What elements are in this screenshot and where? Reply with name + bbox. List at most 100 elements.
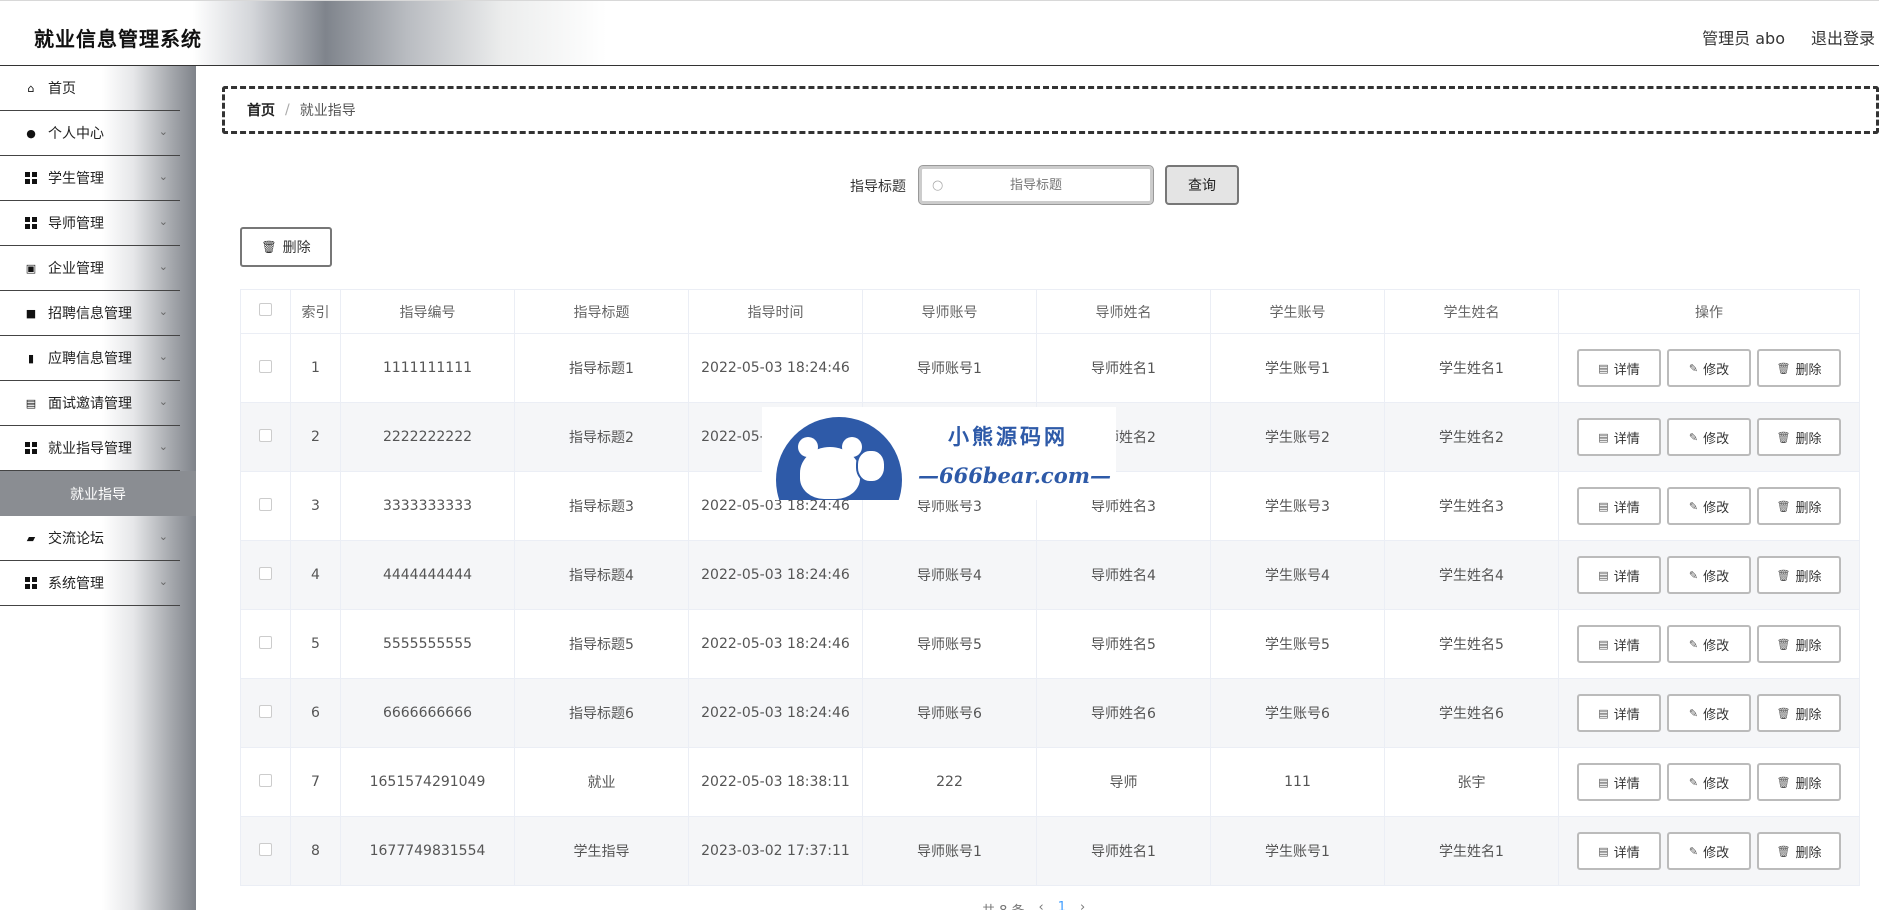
cell-code: 1677749831554 bbox=[340, 816, 515, 886]
edit-button[interactable]: ✎ 修改 bbox=[1667, 556, 1751, 594]
row-checkbox[interactable] bbox=[259, 497, 272, 511]
home-icon: ⌂ bbox=[27, 81, 35, 95]
sidebar-item-top-1[interactable]: ● 个人中心 ⌄ bbox=[0, 111, 180, 156]
delete-button[interactable]: 🗑 删除 bbox=[1757, 349, 1841, 387]
pagination: 共 8 条 ‹ 1 › bbox=[982, 900, 1085, 910]
delete-button[interactable]: 🗑 删除 bbox=[1757, 556, 1841, 594]
pagination-next[interactable]: › bbox=[1080, 900, 1085, 910]
bear-logo-icon bbox=[776, 417, 902, 500]
cell-time: 2022-05-03 18:24:46 bbox=[688, 333, 863, 403]
detail-label: 详情 bbox=[1613, 569, 1640, 585]
trash-icon: 🗑 bbox=[1776, 637, 1791, 651]
trash-icon: 🗑 bbox=[1776, 361, 1791, 375]
edit-button[interactable]: ✎ 修改 bbox=[1667, 349, 1751, 387]
row-checkbox[interactable] bbox=[259, 773, 272, 787]
breadcrumb-home[interactable]: 首页 bbox=[247, 100, 275, 120]
sidebar-item-top-6[interactable]: ▮ 应聘信息管理 ⌄ bbox=[0, 336, 180, 381]
search-field[interactable]: ○ bbox=[918, 165, 1154, 205]
sidebar: ⌂ 首页 ● 个人中心 ⌄ 学生管理 ⌄ 导师管理 ⌄ ▣ 企业管理 ⌄ ■ 招聘信息管理 ⌄ ▮ 应聘信息管理… bbox=[0, 66, 196, 910]
cell-actions: ▤ 详情 ✎ 修改 🗑 删除 bbox=[1558, 609, 1860, 679]
chevron-down-icon: ⌄ bbox=[158, 440, 168, 453]
edit-button[interactable]: ✎ 修改 bbox=[1667, 694, 1751, 732]
trash-icon: 🗑 bbox=[1776, 499, 1791, 513]
cell-index: 5 bbox=[290, 609, 341, 679]
row-checkbox[interactable] bbox=[259, 428, 272, 442]
sidebar-sub-item-employment-guidance[interactable]: 就业指导 bbox=[0, 471, 196, 516]
detail-button[interactable]: ▤ 详情 bbox=[1577, 487, 1661, 525]
sidebar-item-top-5[interactable]: ■ 招聘信息管理 ⌄ bbox=[0, 291, 180, 336]
query-button[interactable]: 查询 bbox=[1165, 165, 1239, 205]
delete-button[interactable]: 🗑 删除 bbox=[1757, 832, 1841, 870]
pencil-icon: ✎ bbox=[1688, 430, 1699, 444]
table-row: 5 5555555555 指导标题5 2022-05-03 18:24:46 导师账号5… bbox=[240, 609, 1860, 679]
edit-button[interactable]: ✎ 修改 bbox=[1667, 763, 1751, 801]
table-row: 1 1111111111 指导标题1 2022-05-03 18:24:46 导师账号1… bbox=[240, 333, 1860, 403]
row-checkbox[interactable] bbox=[259, 359, 272, 373]
edit-label: 修改 bbox=[1703, 431, 1730, 447]
document-icon: ▤ bbox=[1598, 499, 1609, 513]
column-header: 指导标题 bbox=[514, 289, 689, 334]
header-select-all[interactable] bbox=[240, 289, 291, 334]
column-header: 导师账号 bbox=[862, 289, 1037, 334]
delete-button[interactable]: 🗑 删除 bbox=[1757, 418, 1841, 456]
detail-button[interactable]: ▤ 详情 bbox=[1577, 763, 1661, 801]
row-checkbox[interactable] bbox=[259, 842, 272, 856]
edit-button[interactable]: ✎ 修改 bbox=[1667, 487, 1751, 525]
row-checkbox[interactable] bbox=[259, 704, 272, 718]
cell-student-name: 学生姓名3 bbox=[1384, 471, 1559, 541]
cell-teacher-name: 导师姓名1 bbox=[1036, 816, 1211, 886]
delete-button[interactable]: 🗑 删除 bbox=[1757, 694, 1841, 732]
delete-button[interactable]: 🗑 删除 bbox=[1757, 625, 1841, 663]
watermark-url: —666bear.com— bbox=[918, 463, 1111, 488]
detail-button[interactable]: ▤ 详情 bbox=[1577, 832, 1661, 870]
sidebar-item-top-4[interactable]: ▣ 企业管理 ⌄ bbox=[0, 246, 180, 291]
delete-button[interactable]: 🗑 删除 bbox=[1757, 487, 1841, 525]
select-all-checkbox[interactable] bbox=[259, 303, 272, 316]
row-checkbox[interactable] bbox=[259, 566, 272, 580]
delete-button[interactable]: 🗑 删除 bbox=[1757, 763, 1841, 801]
sidebar-item-top-0[interactable]: ⌂ 首页 bbox=[0, 66, 180, 111]
edit-button[interactable]: ✎ 修改 bbox=[1667, 832, 1751, 870]
sidebar-item-bottom-1[interactable]: 系统管理 ⌄ bbox=[0, 561, 180, 606]
chevron-down-icon: ⌄ bbox=[158, 575, 168, 588]
document-icon: ▤ bbox=[1598, 706, 1609, 720]
document-icon: ▤ bbox=[1598, 430, 1609, 444]
detail-button[interactable]: ▤ 详情 bbox=[1577, 418, 1661, 456]
delete-label: 删除 bbox=[1795, 431, 1822, 447]
bar-chart-icon: ▮ bbox=[27, 351, 35, 365]
cell-title: 学生指导 bbox=[514, 816, 689, 886]
trash-icon: 🗑 bbox=[1776, 568, 1791, 582]
user-icon: ● bbox=[26, 126, 36, 140]
sidebar-item-top-8[interactable]: 就业指导管理 ⌄ bbox=[0, 426, 180, 471]
edit-button[interactable]: ✎ 修改 bbox=[1667, 418, 1751, 456]
detail-button[interactable]: ▤ 详情 bbox=[1577, 349, 1661, 387]
detail-button[interactable]: ▤ 详情 bbox=[1577, 694, 1661, 732]
detail-label: 详情 bbox=[1613, 431, 1640, 447]
pagination-prev[interactable]: ‹ bbox=[1039, 900, 1044, 910]
pencil-icon: ✎ bbox=[1688, 706, 1699, 720]
search-label: 指导标题 bbox=[850, 179, 906, 195]
trash-icon: 🗑 bbox=[1776, 775, 1791, 789]
pagination-page[interactable]: 1 bbox=[1058, 900, 1066, 910]
batch-delete-button[interactable]: 🗑 删除 bbox=[240, 227, 332, 267]
cell-student-account: 学生账号2 bbox=[1210, 402, 1385, 472]
sidebar-item-top-3[interactable]: 导师管理 ⌄ bbox=[0, 201, 180, 246]
sidebar-item-top-2[interactable]: 学生管理 ⌄ bbox=[0, 156, 180, 201]
row-checkbox[interactable] bbox=[259, 635, 272, 649]
row-select-cell bbox=[240, 471, 291, 541]
table-row: 8 1677749831554 学生指导 2023-03-02 17:37:11 导师账… bbox=[240, 816, 1860, 886]
edit-button[interactable]: ✎ 修改 bbox=[1667, 625, 1751, 663]
cell-student-name: 学生姓名5 bbox=[1384, 609, 1559, 679]
search-icon: ○ bbox=[932, 178, 944, 193]
cell-title: 指导标题4 bbox=[514, 540, 689, 610]
sidebar-item-bottom-0[interactable]: ▰ 交流论坛 ⌄ bbox=[0, 516, 180, 561]
logout-link[interactable]: 退出登录 bbox=[1811, 25, 1875, 49]
detail-label: 详情 bbox=[1613, 776, 1640, 792]
search-input[interactable] bbox=[922, 169, 1150, 201]
chevron-down-icon: ⌄ bbox=[158, 530, 168, 543]
detail-button[interactable]: ▤ 详情 bbox=[1577, 556, 1661, 594]
cell-title: 指导标题5 bbox=[514, 609, 689, 679]
cell-time: 2022-05-03 18:24:46 bbox=[688, 540, 863, 610]
detail-button[interactable]: ▤ 详情 bbox=[1577, 625, 1661, 663]
sidebar-item-top-7[interactable]: ▤ 面试邀请管理 ⌄ bbox=[0, 381, 180, 426]
